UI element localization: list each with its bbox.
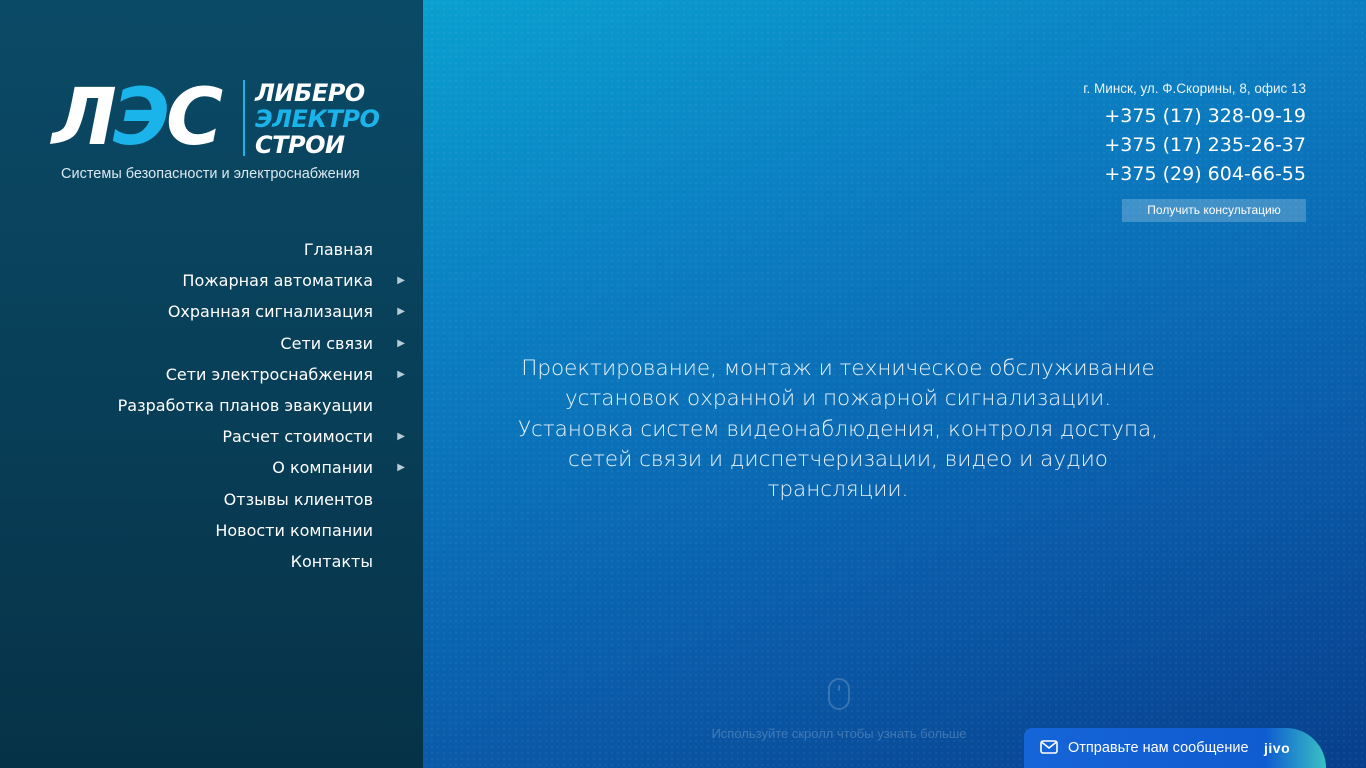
chevron-right-icon[interactable]: ▶ bbox=[397, 359, 405, 390]
chevron-right-icon[interactable]: ▶ bbox=[397, 296, 405, 327]
nav-item-label: Разработка планов эвакуации bbox=[117, 395, 373, 415]
hero-line: трансляции. bbox=[767, 477, 909, 503]
logo-wordmark: ЛИБЕРО ЭЛЕКТРО СТРОИ bbox=[255, 79, 380, 159]
page: ЛЭС ЛИБЕРО ЭЛЕКТРО СТРОИ Системы безопас… bbox=[0, 0, 1366, 768]
hero-line: установок охранной и пожарной сигнализац… bbox=[564, 386, 1112, 412]
nav-item[interactable]: О компании ▶ bbox=[43, 452, 405, 483]
hero-line: Установка систем видеонаблюдения, контро… bbox=[517, 416, 1159, 442]
hero-line: сетей связи и диспетчеризации, видео и а… bbox=[568, 446, 1108, 472]
nav-item-label: Контакты bbox=[290, 551, 373, 571]
address-text: г. Минск, ул. Ф.Скорины, 8, офис 13 bbox=[1083, 81, 1306, 96]
chevron-right-icon[interactable]: ▶ bbox=[397, 328, 405, 359]
contacts-block: г. Минск, ул. Ф.Скорины, 8, офис 13 +375… bbox=[1083, 80, 1306, 222]
nav-item-label: Главная bbox=[303, 240, 373, 259]
nav-item[interactable]: Пожарная автоматика ▶ bbox=[43, 265, 405, 296]
nav-item[interactable]: Новости компании bbox=[43, 515, 373, 546]
phone-link-1[interactable]: +375 (17) 328-09-19 bbox=[1083, 102, 1306, 131]
logo-word-3: СТРОИ bbox=[255, 131, 345, 159]
envelope-icon bbox=[1040, 740, 1058, 754]
nav-item-label: Новости компании bbox=[215, 520, 373, 540]
logo[interactable]: ЛЭС ЛИБЕРО ЭЛЕКТРО СТРОИ Системы безопас… bbox=[52, 76, 392, 188]
nav-item-label: Отзывы клиентов bbox=[223, 489, 373, 509]
mouse-icon bbox=[828, 678, 850, 710]
nav-item[interactable]: Сети электроснабжения ▶ bbox=[43, 359, 405, 390]
chat-widget-button[interactable]: Отправьте нам сообщение jivo bbox=[1024, 728, 1326, 768]
nav-item[interactable]: Отзывы клиентов bbox=[43, 484, 373, 515]
chevron-right-icon[interactable]: ▶ bbox=[397, 452, 405, 483]
hero-line: Проектирование, монтаж и техническое обс… bbox=[521, 356, 1155, 381]
nav-item-label: Охранная сигнализация bbox=[167, 302, 373, 322]
logo-divider bbox=[243, 80, 245, 156]
nav-item[interactable]: Охранная сигнализация ▶ bbox=[43, 296, 405, 327]
nav-item[interactable]: Главная bbox=[43, 234, 373, 265]
nav-item-label: Сети электроснабжения bbox=[165, 364, 373, 384]
nav-item[interactable]: Разработка планов эвакуации bbox=[43, 390, 373, 421]
hero-section: г. Минск, ул. Ф.Скорины, 8, офис 13 +375… bbox=[423, 0, 1366, 768]
sidebar: ЛЭС ЛИБЕРО ЭЛЕКТРО СТРОИ Системы безопас… bbox=[0, 0, 423, 768]
nav-item-label: Пожарная автоматика bbox=[182, 271, 373, 291]
phone-link-2[interactable]: +375 (17) 235-26-37 bbox=[1083, 131, 1306, 160]
chevron-right-icon[interactable]: ▶ bbox=[397, 421, 405, 452]
jivo-logo: jivo bbox=[1264, 740, 1291, 756]
logo-word-2: ЭЛЕКТРО bbox=[255, 105, 380, 133]
logo-word-1: ЛИБЕРО bbox=[255, 79, 365, 107]
nav-item-label: О компании bbox=[272, 458, 373, 478]
main-nav: Главная Пожарная автоматика ▶ Охранная сигн… bbox=[43, 234, 405, 577]
phone-link-3[interactable]: +375 (29) 604-66-55 bbox=[1083, 160, 1306, 189]
nav-item[interactable]: Расчет стоимости ▶ bbox=[43, 421, 405, 452]
chat-label: Отправьте нам сообщение bbox=[1068, 740, 1249, 756]
nav-item[interactable]: Сети связи ▶ bbox=[43, 328, 405, 359]
nav-item[interactable]: Контакты bbox=[43, 546, 373, 577]
get-consultation-button[interactable]: Получить консультацию bbox=[1122, 199, 1306, 222]
nav-item-label: Расчет стоимости bbox=[222, 427, 373, 447]
logo-monogram: ЛЭС bbox=[52, 73, 223, 163]
logo-tagline: Системы безопасности и электроснабжения bbox=[61, 166, 360, 182]
chevron-right-icon[interactable]: ▶ bbox=[397, 265, 405, 296]
nav-item-label: Сети связи bbox=[280, 333, 373, 353]
hero-text: Проектирование, монтаж и техническое обс… bbox=[483, 354, 1193, 505]
